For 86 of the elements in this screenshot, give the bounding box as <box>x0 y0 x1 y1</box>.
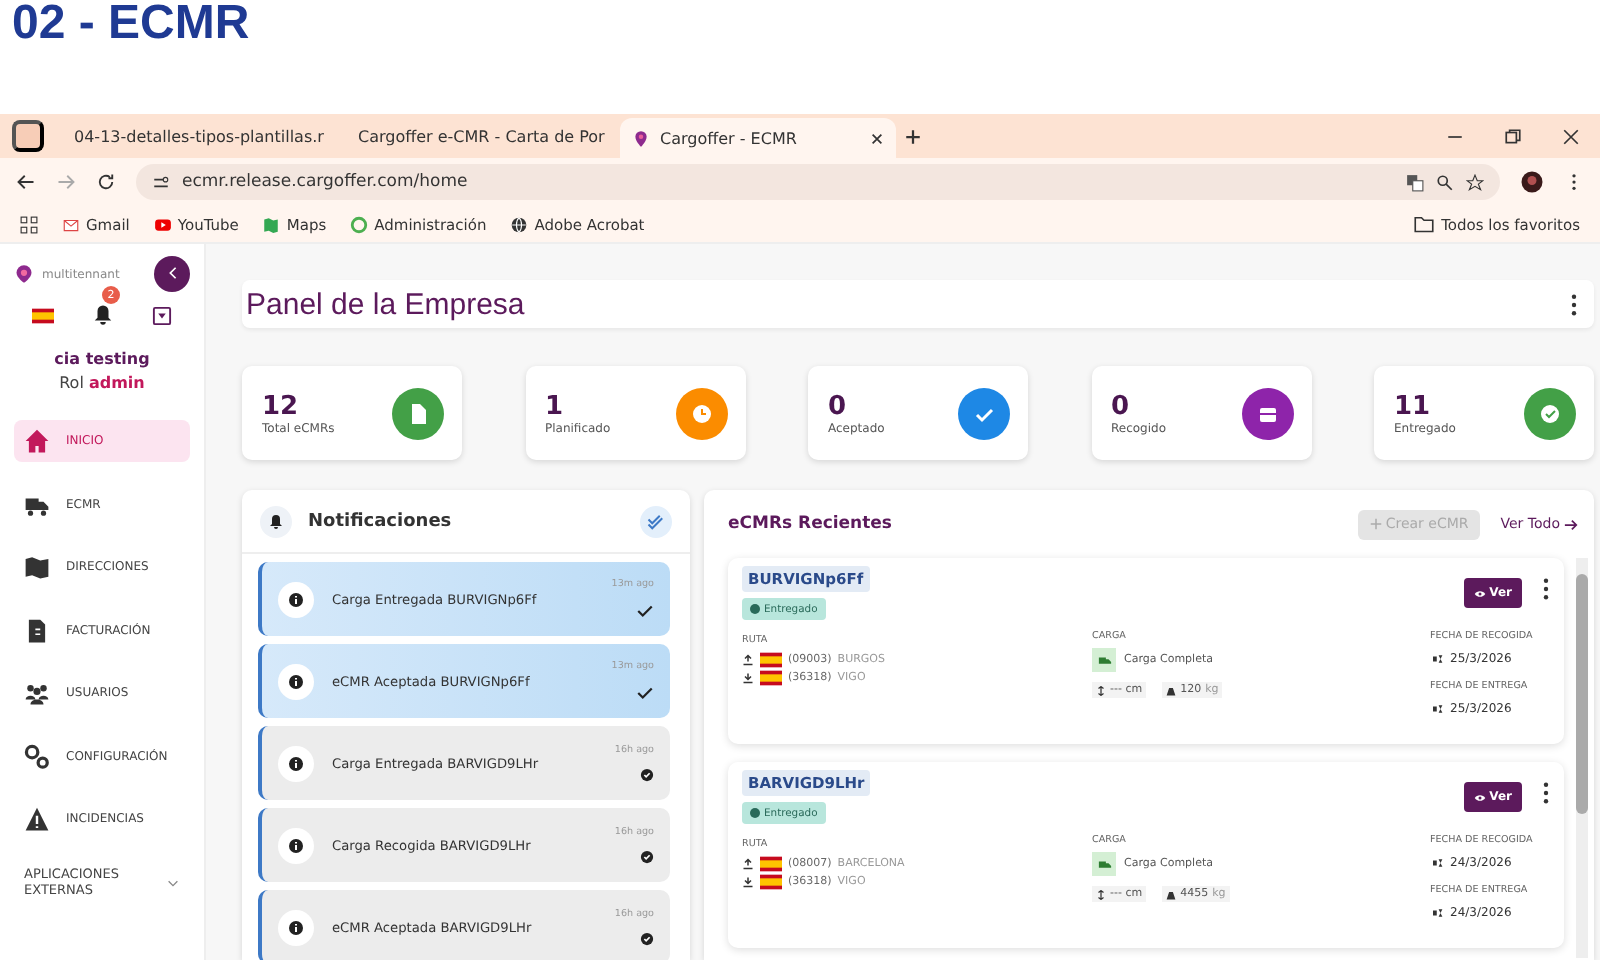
check-circle-icon <box>640 849 654 863</box>
browser-tab[interactable]: 04-13-detalles-tipos-plantillas.r <box>52 116 328 156</box>
eye-icon <box>1473 791 1486 803</box>
info-icon <box>288 919 304 935</box>
chevron-left-icon <box>165 265 179 279</box>
slide-title: 02 - ECMR <box>10 0 250 48</box>
check-circle-icon <box>640 931 654 945</box>
stat-value: 11 <box>1394 391 1433 421</box>
close-icon[interactable] <box>870 131 884 145</box>
stat-value: 1 <box>545 391 566 421</box>
pin-icon <box>632 129 650 147</box>
warning-icon <box>24 806 50 832</box>
truck-icon <box>1097 857 1111 871</box>
map-icon <box>262 215 281 233</box>
check-circle-icon <box>640 767 654 781</box>
spain-flag-icon <box>32 307 55 323</box>
check-circle-icon <box>750 808 760 818</box>
check-icon[interactable] <box>636 683 654 701</box>
stat-value: 12 <box>262 391 301 421</box>
height-icon <box>1096 889 1106 899</box>
info-icon <box>288 755 304 771</box>
weight-icon <box>1166 685 1177 695</box>
site-settings-icon <box>152 173 170 191</box>
page-title: Panel de la Empresa <box>246 287 525 321</box>
scrollbar[interactable] <box>1576 558 1588 958</box>
weight-icon <box>1166 889 1177 899</box>
double-check-icon <box>646 511 666 531</box>
stat-value: 0 <box>828 391 849 421</box>
info-icon <box>288 673 304 689</box>
browser-tab[interactable]: Cargoffer - ECMR <box>620 118 896 158</box>
translate-icon[interactable] <box>1406 173 1424 191</box>
stat-value: 0 <box>1111 391 1132 421</box>
calendar-hourglass-icon <box>1430 704 1446 714</box>
logo-pin-icon <box>14 264 34 284</box>
bell-icon <box>268 513 284 529</box>
upload-icon <box>742 858 754 870</box>
apps-grid-icon[interactable] <box>20 215 38 233</box>
home-icon <box>24 428 50 454</box>
info-icon <box>288 591 304 607</box>
user-role: Rol admin <box>57 374 147 392</box>
star-icon[interactable] <box>1466 173 1484 191</box>
plus-icon[interactable] <box>904 127 922 145</box>
calendar-hourglass-icon <box>1430 858 1446 868</box>
url-text: ecmr.release.cargoffer.com/home <box>182 172 468 192</box>
truck-icon <box>1097 653 1111 667</box>
play-icon <box>153 215 172 233</box>
bell-icon[interactable] <box>91 304 114 326</box>
check-icon[interactable] <box>636 601 654 619</box>
close-icon[interactable] <box>1562 127 1580 145</box>
height-icon <box>1096 685 1106 695</box>
more-menu-button[interactable] <box>1542 578 1550 600</box>
download-icon <box>742 672 754 684</box>
ring-icon <box>350 215 369 233</box>
check-circle-icon <box>750 604 760 614</box>
upload-icon <box>742 654 754 666</box>
more-menu-button[interactable] <box>1542 782 1550 804</box>
panel-title: eCMRs Recientes <box>728 514 892 534</box>
restore-icon[interactable] <box>1504 127 1522 145</box>
company-name: cia testing <box>52 350 152 368</box>
eye-icon <box>1473 587 1486 599</box>
dropdown-box-icon[interactable] <box>151 305 172 325</box>
info-icon <box>288 837 304 853</box>
folder-icon <box>1413 214 1434 234</box>
map-icon <box>24 554 50 580</box>
chevron-down-icon <box>166 875 180 889</box>
calendar-hourglass-icon <box>1430 908 1446 918</box>
collapse-sidebar-button[interactable] <box>154 256 190 292</box>
download-icon <box>742 876 754 888</box>
gears-icon <box>24 743 50 769</box>
plus-icon <box>1369 518 1382 530</box>
more-menu-button[interactable] <box>1566 293 1582 315</box>
reload-icon[interactable] <box>96 172 116 192</box>
arrow-right-icon <box>1564 517 1578 531</box>
back-arrow-icon[interactable] <box>16 172 36 192</box>
zoom-icon[interactable] <box>1436 173 1454 191</box>
mark-all-read-button[interactable] <box>640 505 672 537</box>
address-bar[interactable]: ecmr.release.cargoffer.com/home <box>136 164 1500 200</box>
globe-icon <box>510 215 529 233</box>
browser-tab[interactable]: Cargoffer e-CMR - Carta de Por <box>336 116 612 156</box>
panel-title: Notificaciones <box>308 511 452 531</box>
tab-list-button[interactable] <box>12 120 44 152</box>
calendar-hourglass-icon <box>1430 654 1446 664</box>
avatar-icon[interactable] <box>1520 170 1544 194</box>
mail-icon <box>62 215 80 233</box>
invoice-icon <box>24 617 50 643</box>
users-icon <box>24 680 50 706</box>
